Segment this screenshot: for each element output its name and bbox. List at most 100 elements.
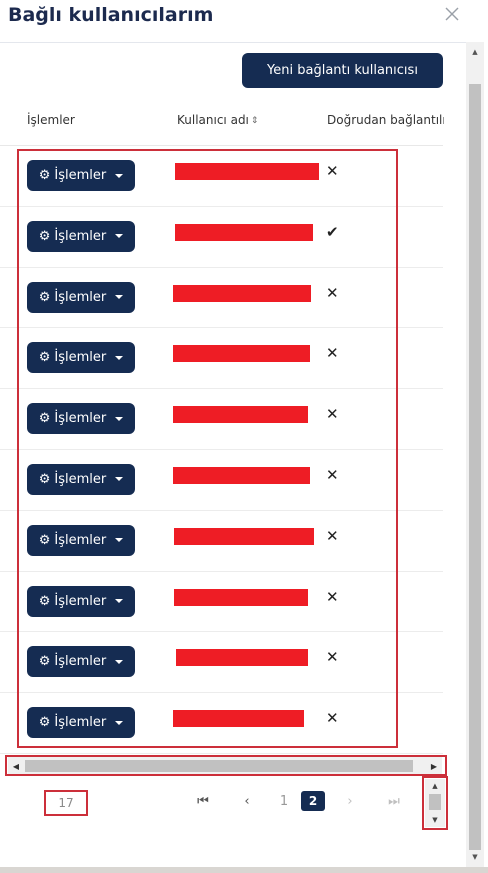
row-actions-label: İşlemler bbox=[54, 411, 107, 427]
first-page-icon[interactable]: ⏮ bbox=[193, 790, 213, 812]
caret-down-icon bbox=[115, 234, 124, 239]
gear-icon: ⚙ bbox=[38, 350, 51, 366]
cross-icon: ✕ bbox=[326, 283, 339, 302]
column-header-username-label: Kullanıcı adı bbox=[177, 113, 249, 127]
redacted-username bbox=[173, 284, 311, 302]
gear-icon: ⚙ bbox=[38, 593, 51, 609]
scroll-down-icon[interactable]: ▼ bbox=[425, 815, 445, 825]
row-actions-button[interactable]: ⚙ İşlemler bbox=[27, 707, 135, 739]
dialog-scroll-up-icon[interactable]: ▲ bbox=[466, 46, 484, 58]
cross-icon: ✕ bbox=[326, 344, 339, 363]
caret-down-icon bbox=[115, 295, 124, 300]
inner-vertical-scroll-thumb[interactable] bbox=[429, 794, 441, 810]
close-icon[interactable] bbox=[441, 3, 463, 25]
table-row: ⚙ İşlemler ✕ bbox=[0, 693, 443, 754]
row-actions-label: İşlemler bbox=[54, 289, 107, 305]
row-actions-label: İşlemler bbox=[54, 228, 107, 244]
gear-icon: ⚙ bbox=[38, 411, 51, 427]
cross-icon: ✕ bbox=[326, 526, 339, 545]
dialog-vertical-scrollbar[interactable]: ▲ ▼ bbox=[466, 42, 484, 867]
page-2-button[interactable]: 2 bbox=[301, 791, 325, 811]
row-actions-label: İşlemler bbox=[54, 532, 107, 548]
gear-icon: ⚙ bbox=[38, 228, 51, 244]
row-actions-button[interactable]: ⚙ İşlemler bbox=[27, 524, 135, 556]
column-header-direct-link: Doğrudan bağlantılı bbox=[327, 113, 444, 127]
row-actions-button[interactable]: ⚙ İşlemler bbox=[27, 463, 135, 495]
column-header-username[interactable]: Kullanıcı adı ⇕ bbox=[177, 113, 258, 127]
row-actions-button[interactable]: ⚙ İşlemler bbox=[27, 281, 135, 313]
table-row: ⚙ İşlemler ✕ bbox=[0, 389, 443, 450]
redacted-username bbox=[175, 223, 313, 241]
row-actions-label: İşlemler bbox=[54, 715, 107, 731]
horizontal-scroll-thumb[interactable] bbox=[25, 760, 413, 772]
row-actions-button[interactable]: ⚙ İşlemler bbox=[27, 160, 135, 191]
scroll-left-icon[interactable]: ◀ bbox=[8, 757, 24, 775]
previous-page-icon[interactable]: ‹ bbox=[237, 790, 257, 812]
redacted-username bbox=[174, 527, 314, 545]
row-actions-button[interactable]: ⚙ İşlemler bbox=[27, 646, 135, 678]
redacted-username bbox=[173, 406, 308, 424]
caret-down-icon bbox=[115, 416, 124, 421]
row-actions-button[interactable]: ⚙ İşlemler bbox=[27, 220, 135, 252]
dialog-scroll-down-icon[interactable]: ▼ bbox=[466, 851, 484, 863]
row-actions-label: İşlemler bbox=[54, 593, 107, 609]
table-row: ⚙ İşlemler ✕ bbox=[0, 511, 443, 572]
cross-icon: ✕ bbox=[326, 405, 339, 424]
cross-icon: ✕ bbox=[326, 465, 339, 484]
caret-down-icon bbox=[115, 599, 124, 604]
horizontal-scrollbar[interactable]: ◀ ▶ bbox=[8, 757, 442, 775]
row-actions-button[interactable]: ⚙ İşlemler bbox=[27, 585, 135, 617]
table-row: ⚙ İşlemler ✕ bbox=[0, 268, 443, 329]
caret-down-icon bbox=[115, 538, 124, 543]
gear-icon: ⚙ bbox=[38, 532, 51, 548]
page-size-value[interactable]: 17 bbox=[46, 792, 86, 814]
column-header-actions: İşlemler bbox=[27, 113, 75, 127]
redacted-username bbox=[174, 588, 308, 606]
cross-icon: ✕ bbox=[326, 587, 339, 606]
sort-icon[interactable]: ⇕ bbox=[251, 116, 259, 126]
gear-icon: ⚙ bbox=[38, 715, 51, 731]
page-1-button[interactable]: 1 bbox=[274, 790, 294, 812]
table-row: ⚙ İşlemler ✕ bbox=[0, 450, 443, 511]
scroll-up-icon[interactable]: ▲ bbox=[425, 781, 445, 791]
row-actions-label: İşlemler bbox=[54, 168, 107, 183]
connected-users-dialog: Bağlı kullanıcılarım Yeni bağlantı kulla… bbox=[0, 0, 488, 873]
caret-down-icon bbox=[115, 659, 124, 664]
table-body: ⚙ İşlemler ✕ ⚙ İşlemler ✔ ⚙ İşlemler ✕ ⚙ İşlemler ✕… bbox=[0, 146, 443, 754]
caret-down-icon bbox=[115, 720, 124, 725]
next-page-icon[interactable]: › bbox=[340, 790, 360, 812]
redacted-username bbox=[175, 163, 319, 180]
gear-icon: ⚙ bbox=[38, 471, 51, 487]
table-row: ⚙ İşlemler ✔ bbox=[0, 207, 443, 268]
row-actions-label: İşlemler bbox=[54, 471, 107, 487]
redacted-username bbox=[173, 710, 304, 728]
cross-icon: ✕ bbox=[326, 648, 339, 667]
table-row: ⚙ İşlemler ✕ bbox=[0, 146, 443, 207]
redacted-username bbox=[173, 345, 310, 363]
bottom-edge bbox=[0, 867, 488, 873]
row-actions-label: İşlemler bbox=[54, 654, 107, 670]
redacted-username bbox=[176, 649, 308, 667]
cross-icon: ✕ bbox=[326, 162, 339, 180]
row-actions-button[interactable]: ⚙ İşlemler bbox=[27, 403, 135, 435]
caret-down-icon bbox=[115, 355, 124, 360]
inner-vertical-scrollbar[interactable]: ▲ ▼ bbox=[425, 779, 445, 827]
redacted-username bbox=[173, 466, 310, 484]
title-divider bbox=[0, 42, 468, 43]
caret-down-icon bbox=[115, 477, 124, 482]
check-icon: ✔ bbox=[326, 222, 339, 241]
caret-down-icon bbox=[115, 173, 124, 178]
dialog-vertical-scroll-thumb[interactable] bbox=[469, 84, 481, 850]
gear-icon: ⚙ bbox=[38, 654, 51, 670]
cross-icon: ✕ bbox=[326, 709, 339, 728]
last-page-icon[interactable]: ⏭ bbox=[384, 790, 404, 812]
row-actions-label: İşlemler bbox=[54, 350, 107, 366]
table-row: ⚙ İşlemler ✕ bbox=[0, 632, 443, 694]
new-connection-user-button[interactable]: Yeni bağlantı kullanıcısı bbox=[242, 53, 443, 88]
table-row: ⚙ İşlemler ✕ bbox=[0, 572, 443, 633]
scroll-right-icon[interactable]: ▶ bbox=[426, 757, 442, 775]
row-actions-button[interactable]: ⚙ İşlemler bbox=[27, 342, 135, 374]
gear-icon: ⚙ bbox=[38, 168, 51, 183]
table-row: ⚙ İşlemler ✕ bbox=[0, 328, 443, 390]
dialog-title: Bağlı kullanıcılarım bbox=[8, 4, 214, 26]
